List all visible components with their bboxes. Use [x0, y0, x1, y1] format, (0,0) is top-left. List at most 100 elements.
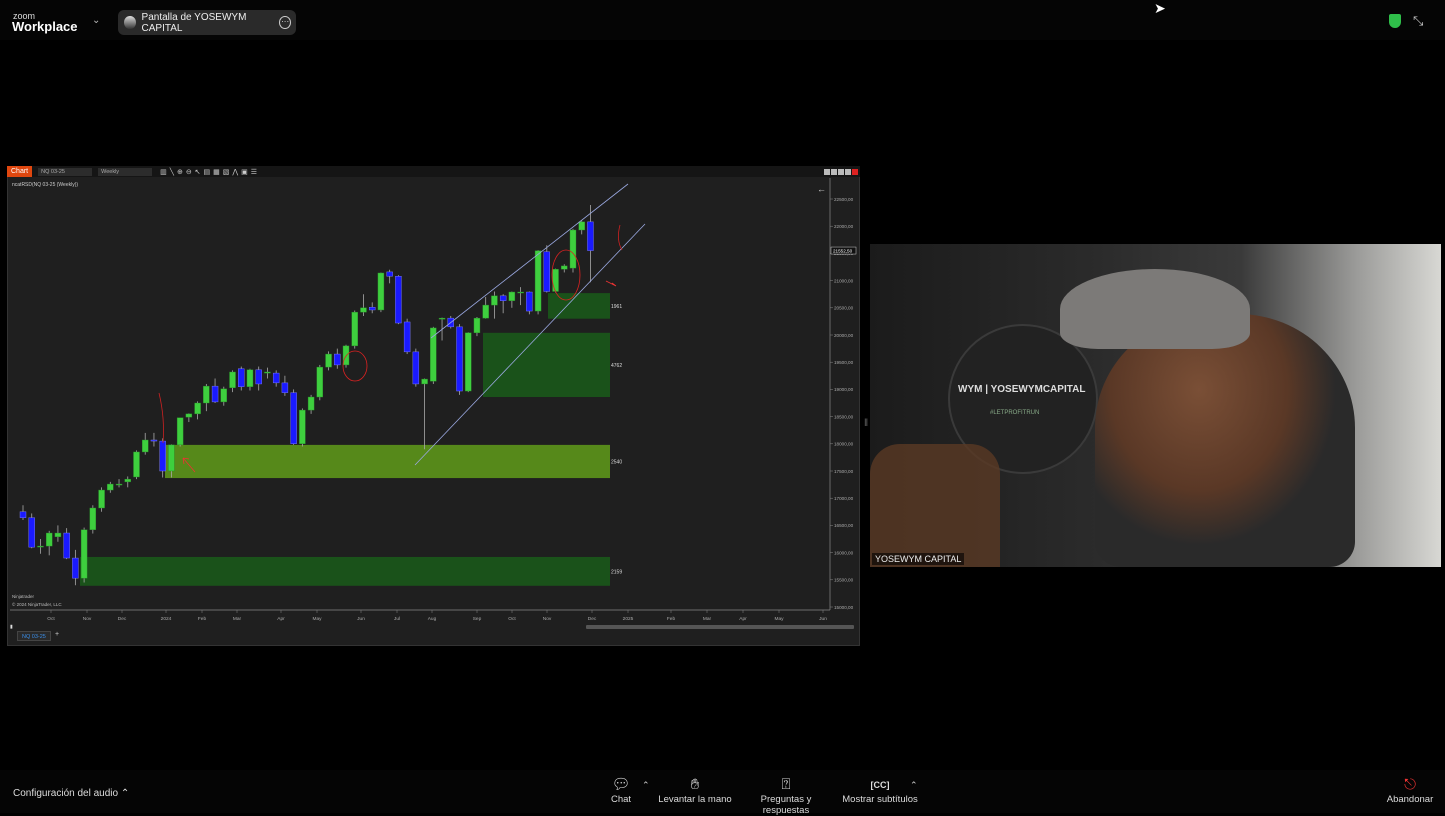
x-tick-label: Dec	[118, 616, 127, 622]
candle-up	[473, 317, 481, 334]
hand-icon: ✋︎	[690, 776, 700, 793]
candle-up	[561, 265, 568, 270]
chat-button[interactable]: 💬︎ Chat	[606, 776, 636, 805]
participant-cap	[1060, 269, 1250, 349]
y-tick-label: 19000,00	[834, 387, 854, 392]
raise-hand-button[interactable]: ✋︎ Levantar la mano	[658, 776, 732, 805]
zoom-logo: Workplace	[12, 19, 78, 34]
candle-up	[124, 478, 131, 483]
wall-tag: #LETPROFITRUN	[990, 410, 1040, 416]
watermark-text: Ninjatrader	[12, 594, 35, 599]
y-tick-label: 16500,00	[834, 523, 854, 528]
chat-label: Chat	[610, 794, 632, 805]
exit-fullscreen-icon[interactable]: ⤡	[1413, 13, 1423, 29]
zone-label: 2159	[611, 569, 622, 575]
cc-icon: [CC]	[870, 780, 890, 790]
candle-up	[54, 532, 62, 538]
candle-up	[421, 378, 428, 385]
price-chart[interactable]: 196147622540215922500,0022000,0021500,00…	[7, 166, 860, 646]
y-tick-label: 20000,00	[834, 333, 854, 338]
x-tick-label: Oct	[508, 616, 516, 622]
candle-down	[28, 517, 35, 548]
x-tick-label: Apr	[277, 616, 285, 622]
avatar	[124, 16, 136, 29]
candle-up	[325, 353, 332, 368]
candle-down	[334, 353, 341, 366]
instrument-tab[interactable]: NQ 03-25	[17, 631, 51, 641]
captions-button[interactable]: [CC] Mostrar subtítulos	[840, 776, 920, 805]
candle-up	[168, 444, 175, 472]
mouse-cursor-icon: ➤	[1154, 0, 1166, 16]
candle-up	[142, 439, 149, 453]
x-tick-label: Mar	[703, 616, 712, 622]
candle-up	[377, 272, 385, 311]
participant-video[interactable]: WYM | YOSEWYMCAPITAL #LETPROFITRUN YOSEW…	[870, 244, 1441, 567]
chevron-up-icon[interactable]: ⌃	[121, 788, 129, 799]
participant-name: YOSEWYM CAPITAL	[872, 553, 965, 565]
scroll-left-handle[interactable]: ▮	[10, 624, 13, 630]
candle-down	[72, 557, 79, 579]
horizontal-scrollbar[interactable]	[586, 625, 854, 629]
y-tick-label: 16000,00	[834, 550, 854, 555]
x-tick-label: Dec	[588, 616, 597, 622]
x-tick-label: 2024	[161, 616, 172, 622]
last-price-label: 21552,50	[833, 248, 853, 253]
candle-down	[403, 321, 411, 353]
more-options-icon[interactable]: ···	[279, 16, 291, 29]
candle-up	[307, 396, 315, 411]
candle-up	[98, 489, 105, 509]
candle-down	[19, 511, 27, 518]
x-tick-label: Feb	[198, 616, 207, 622]
candle-up	[360, 307, 367, 313]
y-tick-label: 17500,00	[834, 469, 854, 474]
candle-down	[290, 392, 297, 445]
y-tick-label: 18500,00	[834, 414, 854, 419]
x-tick-label: Apr	[739, 616, 747, 622]
qa-button[interactable]: ⍰ Preguntas y respuestas	[738, 776, 834, 816]
candle-down	[255, 369, 262, 385]
y-tick-label: 15000,00	[834, 605, 854, 610]
plot-area	[10, 178, 830, 610]
audio-settings-button[interactable]: Configuración del audio ⌃	[13, 788, 129, 799]
candle-up	[37, 545, 44, 548]
captions-label: Mostrar subtítulos	[842, 794, 918, 805]
add-tab-button[interactable]: +	[55, 631, 59, 638]
leave-button[interactable]: ⎋ Abandonar	[1384, 776, 1436, 805]
share-label: Pantalla de YOSEWYM CAPITAL	[141, 11, 247, 34]
x-tick-label: Nov	[543, 616, 552, 622]
x-tick-label: May	[312, 616, 322, 622]
candle-up	[552, 268, 559, 292]
candle-up	[185, 413, 193, 418]
x-tick-label: Jul	[394, 616, 400, 622]
chevron-up-icon[interactable]: ⌃	[910, 780, 918, 791]
candle-up	[107, 483, 114, 491]
chevron-down-icon[interactable]: ⌄	[92, 15, 100, 26]
candle-up	[194, 402, 201, 415]
candle-up	[229, 371, 236, 388]
x-tick-label: Oct	[47, 616, 55, 622]
zone-label: 4762	[611, 363, 622, 369]
y-tick-label: 22500,00	[834, 197, 854, 202]
chevron-up-icon[interactable]: ⌃	[642, 780, 650, 791]
candle-up	[246, 369, 254, 387]
candle-down	[238, 368, 245, 387]
candle-down	[150, 439, 158, 442]
x-tick-label: Aug	[428, 616, 437, 622]
candle-down	[456, 326, 463, 392]
candle-down	[412, 351, 420, 385]
zone-2540	[165, 444, 610, 479]
zone-label: 1961	[611, 304, 622, 310]
candle-up	[508, 291, 516, 301]
split-handle[interactable]: ‖	[864, 418, 868, 429]
candle-up	[299, 409, 306, 445]
wall-logo: WYM | YOSEWYMCAPITAL	[958, 384, 1086, 395]
candle-down	[63, 532, 70, 559]
screen-share-indicator[interactable]: Pantalla de YOSEWYM CAPITAL ···	[118, 10, 296, 35]
shield-icon[interactable]	[1389, 14, 1401, 28]
candle-up	[115, 483, 123, 486]
candle-down	[526, 291, 533, 312]
candle-down	[386, 271, 393, 277]
candle-down	[499, 295, 507, 301]
candle-up	[465, 332, 472, 392]
candle-up	[491, 295, 498, 306]
